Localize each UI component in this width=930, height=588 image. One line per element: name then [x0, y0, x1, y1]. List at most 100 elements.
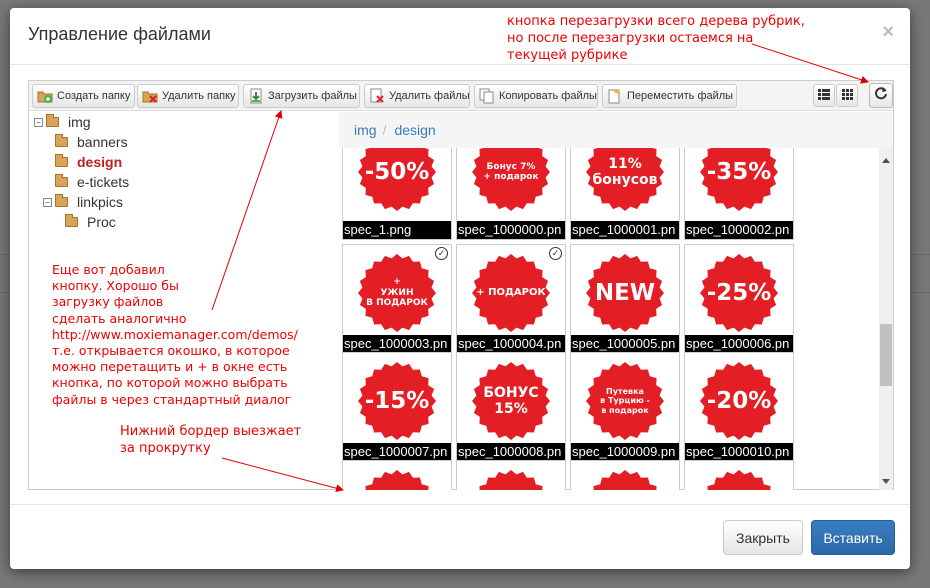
scroll-up-icon[interactable] — [882, 158, 890, 163]
badge-text: -35% — [706, 158, 772, 185]
badge-image: Путевка в Турцию - в подарок — [585, 361, 665, 441]
badge-image: + ПОДАРОК — [471, 253, 551, 333]
badge-image: -15% — [357, 361, 437, 441]
file-thumbnail[interactable]: -25% spec_1000006.pn — [684, 244, 794, 354]
file-thumbnail[interactable]: Путевка в Турцию - в подарок spec_1000009… — [570, 352, 680, 462]
badge-text: + ПОДАРОК — [476, 287, 546, 299]
file-name: spec_1000006.pn — [685, 335, 793, 353]
check-icon[interactable]: ✓ — [435, 247, 448, 260]
delete-folder-button[interactable]: Удалить папку — [137, 84, 239, 108]
move-files-button[interactable]: Переместить файлы — [602, 84, 737, 108]
tree-item-label: design — [77, 154, 123, 170]
badge-image: 11% бонусов — [585, 148, 665, 212]
file-delete-icon — [369, 88, 385, 104]
copy-icon — [479, 88, 495, 104]
grid-scrollbar[interactable] — [879, 148, 893, 490]
border-annotation: Нижний бордер выезжает за прокрутку — [120, 424, 302, 456]
file-thumbnail[interactable]: + УЖИН В ПОДАРОК spec_1000003.pn ✓ — [342, 244, 452, 354]
breadcrumb-item-design[interactable]: design — [394, 122, 435, 138]
delete-files-label: Удалить файлы — [389, 90, 470, 102]
badge-image: БОНУС 15% — [471, 361, 551, 441]
toolbar: Создать папку Удалить папку Загрузить фа… — [29, 81, 893, 111]
upload-annotation: Еще вот добавил кнопку. Хорошо бы загруз… — [52, 262, 298, 407]
folder-delete-icon — [142, 88, 158, 104]
tree-item-img[interactable]: − img — [34, 112, 91, 132]
breadcrumb-separator: / — [382, 122, 387, 138]
refresh-annotation: кнопка перезагрузки всего дерева рубрик,… — [507, 14, 805, 63]
tree-item-banners[interactable]: banners — [55, 132, 128, 152]
folder-icon — [55, 194, 68, 207]
file-thumbnail[interactable]: -20% spec_1000010.pn — [684, 352, 794, 462]
upload-files-button[interactable]: Загрузить файлы — [243, 84, 360, 108]
file-grid: -50% spec_1.png Бонус 7% + подарок spec_100… — [339, 148, 879, 490]
file-name: spec_1000005.pn — [571, 335, 679, 353]
tree-item-label: Proc — [87, 214, 116, 230]
file-thumbnail[interactable]: NEW spec_1000005.pn — [570, 244, 680, 354]
breadcrumb: img / design — [339, 112, 893, 148]
tree-item-linkpics[interactable]: − linkpics — [43, 192, 123, 212]
delete-files-button[interactable]: Удалить файлы — [364, 84, 470, 108]
grid-view-button[interactable] — [836, 84, 858, 107]
file-thumbnail[interactable]: 11% бонусов spec_1000001.pn — [570, 148, 680, 240]
upload-files-label: Загрузить файлы — [268, 90, 357, 102]
folder-icon — [46, 114, 59, 127]
collapse-icon[interactable]: − — [43, 197, 52, 207]
badge-image: -50% — [357, 148, 437, 212]
badge-image: ДВОЙНЫЕ БОНУСЫ — [585, 469, 665, 490]
file-name: spec_1.png — [343, 221, 451, 239]
close-icon[interactable]: × — [882, 21, 894, 44]
insert-button[interactable]: Вставить — [811, 520, 895, 555]
file-thumbnail[interactable]: БОНУС 15% spec_1000008.pn — [456, 352, 566, 462]
badge-image: -20% — [699, 361, 779, 441]
badge-text: -15% — [364, 387, 430, 414]
folder-icon — [55, 154, 68, 167]
refresh-tree-button[interactable] — [869, 83, 893, 108]
file-thumbnail[interactable]: Бонус 7% + подарок spec_1000000.pn — [456, 148, 566, 240]
badge-image: + УЖИН В ПОДАРОК — [357, 253, 437, 333]
create-folder-button[interactable]: Создать папку — [32, 84, 135, 108]
scroll-down-icon[interactable] — [882, 479, 890, 484]
badge-image: Бонус 7% + подарок — [471, 148, 551, 212]
collapse-icon[interactable]: − — [34, 117, 43, 127]
tree-item-label: e-tickets — [77, 174, 130, 190]
badge-text: Путевка в Турцию - в подарок — [600, 387, 650, 415]
badge-text: -50% — [364, 158, 430, 185]
badge-text: -21% — [471, 469, 551, 490]
file-thumbnail[interactable]: БЛАГОТВОРИ- ТЕЛЬНАЯ — [342, 460, 452, 490]
badge-text: БЛАГОТВОРИ- ТЕЛЬНАЯ — [357, 469, 437, 490]
file-name: spec_1000008.pn — [457, 443, 565, 461]
badge-text: NEW — [594, 279, 656, 306]
copy-files-label: Копировать файлы — [499, 90, 597, 102]
file-name: spec_1000002.pn — [685, 221, 793, 239]
move-icon — [607, 88, 623, 104]
tree-item-proc[interactable]: Proc — [65, 212, 116, 232]
close-button[interactable]: Закрыть — [723, 520, 803, 555]
badge-text: -25% — [706, 279, 772, 306]
breadcrumb-item-img[interactable]: img — [354, 122, 377, 138]
badge-image: -35% — [699, 148, 779, 212]
folder-icon — [65, 214, 78, 227]
delete-folder-label: Удалить папку — [162, 90, 236, 102]
file-name: spec_1000007.pn — [343, 443, 451, 461]
tree-item-design[interactable]: design — [55, 152, 122, 172]
file-thumbnail[interactable]: -50% spec_1.png — [342, 148, 452, 240]
file-name: spec_1000001.pn — [571, 221, 679, 239]
file-thumbnail[interactable]: -35% spec_1000002.pn — [684, 148, 794, 240]
dialog-footer: Закрыть Вставить — [10, 504, 910, 569]
file-thumbnail[interactable]: ДВОЙНЫЕ БОНУСЫ — [570, 460, 680, 490]
file-name: spec_1000003.pn — [343, 335, 451, 353]
scroll-thumb[interactable] — [880, 324, 892, 386]
tree-item-e-tickets[interactable]: e-tickets — [55, 172, 129, 192]
file-thumbnail[interactable]: БОНУС + — [684, 460, 794, 490]
create-folder-label: Создать папку — [57, 90, 131, 102]
check-icon[interactable]: ✓ — [549, 247, 562, 260]
copy-files-button[interactable]: Копировать файлы — [474, 84, 598, 108]
tree-item-label: img — [68, 114, 91, 130]
file-thumbnail[interactable]: + ПОДАРОК spec_1000004.pn ✓ — [456, 244, 566, 354]
file-thumbnail[interactable]: -15% spec_1000007.pn — [342, 352, 452, 462]
file-thumbnail[interactable]: -21% — [456, 460, 566, 490]
tree-item-label: linkpics — [77, 194, 123, 210]
badge-image: NEW — [585, 253, 665, 333]
list-view-button[interactable] — [813, 84, 835, 107]
folder-icon — [55, 174, 68, 187]
